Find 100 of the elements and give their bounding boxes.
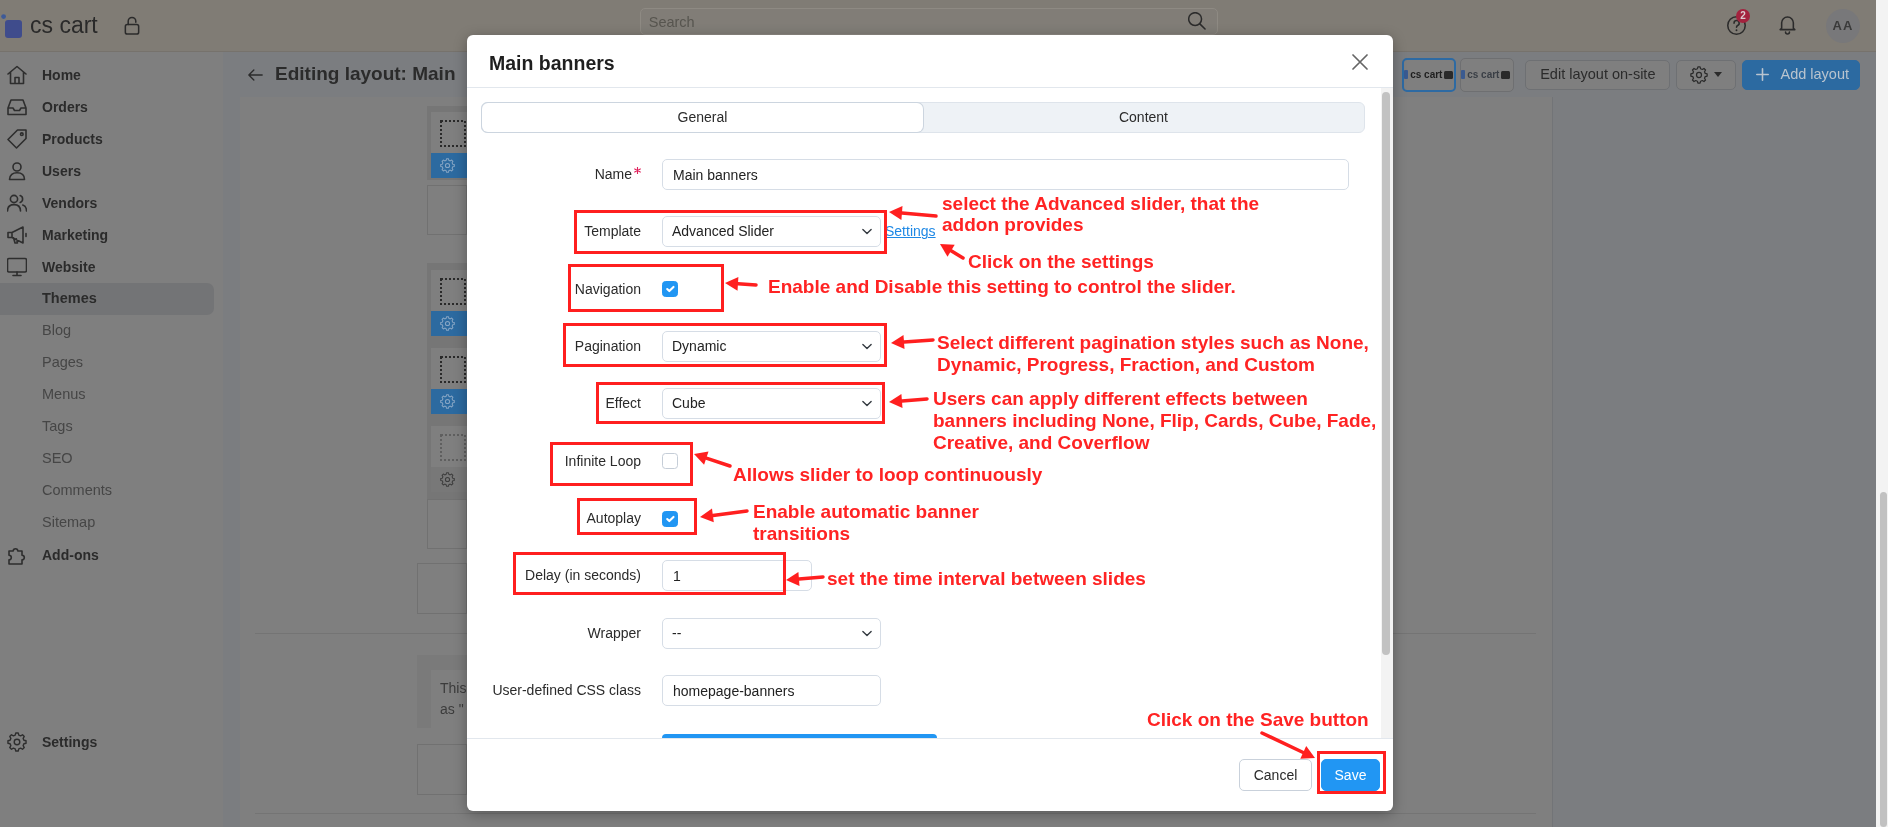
callout-arrow [725,276,758,291]
note-text: This as " [440,679,467,719]
sidebar-item[interactable]: Menus [0,379,214,411]
settings-icon [1690,65,1709,84]
tab[interactable]: Content [923,103,1364,132]
sidebar-item[interactable]: Settings [0,726,214,758]
checkbox[interactable] [662,453,678,470]
sidebar-item[interactable]: Users [0,155,214,187]
sidebar-item[interactable]: Comments [0,475,214,507]
settings-icon[interactable] [440,316,455,331]
tab[interactable]: General [482,103,923,132]
block-placeholder-icon [440,278,466,305]
bell-icon[interactable] [1779,16,1796,35]
callout-text: set the time interval between slides [827,568,1146,590]
settings-icon[interactable] [440,394,455,409]
callout-arrow [891,335,935,350]
theme-preview[interactable]: cs cart [1402,57,1457,92]
field-label: Effect [605,394,641,414]
scrollbar-thumb[interactable] [1880,492,1887,827]
sidebar-item[interactable]: Add-ons [0,539,214,571]
callout-arrow [1260,731,1315,759]
save-button[interactable]: Save [1321,759,1380,791]
field-label: Navigation [574,279,641,299]
mini-badge-icon [1444,70,1454,79]
dropdown[interactable]: Advanced Slider [662,216,881,248]
field-label: Name [594,165,632,185]
caret-icon [1714,72,1723,77]
plus-icon [1756,68,1770,81]
field-label: Autoplay [586,509,641,529]
add-layout-button[interactable]: Add layout [1742,59,1860,90]
sidebar-item[interactable]: Blog [0,315,214,347]
sidebar-item[interactable]: Products [0,123,214,155]
callout-text: select the Advanced slider, that the addon provides [942,193,1260,235]
dialog-title: Main banners [489,51,615,76]
sidebar-item[interactable]: Vendors [0,187,214,219]
sidebar-item[interactable]: Themes [0,283,214,315]
callout-text: Select different pagination styles such as None, Dynamic, Progress, Fraction, and Custom [937,332,1369,376]
settings-menu-button[interactable] [1676,59,1737,90]
field-label: Template [584,222,641,242]
logo-mark-icon [1,13,23,38]
sidebar-item[interactable]: Marketing [0,219,214,251]
page-title: Editing layout: Main [275,63,456,86]
text-field[interactable]: homepage-banners [662,675,881,707]
field-label: Delay (in seconds) [525,566,641,586]
user-icon [7,161,27,181]
back-arrow-icon[interactable] [248,67,263,82]
user-avatar[interactable]: AA [1826,8,1860,43]
tray-icon [7,97,27,117]
close-button[interactable] [1352,54,1368,70]
sidebar-item[interactable]: Tags [0,411,214,443]
settings-icon[interactable] [440,158,455,173]
callout-text: Users can apply different effects between banners including None, Flip, Cards, Cube, Fade, Creative, and Coverflow [933,388,1377,454]
cancel-button[interactable]: Cancel [1239,759,1312,791]
settings-link[interactable]: Settings [885,221,936,243]
block-placeholder-icon [440,434,466,461]
callout-text: Click on the Save button [1147,709,1369,731]
text-field[interactable]: 1 [662,560,812,592]
text-field[interactable]: Main banners [662,159,1349,191]
search-icon[interactable] [1187,12,1206,30]
callout-text: Enable and Disable this setting to control the slider. [768,276,1236,298]
block-placeholder-icon [440,120,466,147]
empty-block [417,744,467,795]
sidebar-item[interactable]: Website [0,251,214,283]
block-placeholder-icon [440,356,466,383]
notification-badge: 2 [1736,9,1750,23]
sidebar-item[interactable]: SEO [0,443,214,475]
empty-block [417,563,467,614]
logo-mark-icon [1461,70,1466,79]
dropdown[interactable]: -- [662,617,881,649]
callout-arrow [786,572,825,586]
scrollbar-thumb[interactable] [1382,92,1390,655]
callout-arrow [889,206,938,221]
padlock-icon[interactable] [122,16,141,35]
logo-text: cs cart [30,14,98,37]
sidebar-item[interactable]: Sitemap [0,507,214,539]
empty-block [427,185,467,235]
settings-icon[interactable] [440,472,455,487]
close-icon [1352,54,1368,70]
dropdown[interactable]: Cube [662,388,881,420]
callout-arrow [940,244,965,260]
tag-icon [7,129,27,149]
users-icon [7,193,27,213]
callout-arrow [700,508,749,523]
sidebar-item[interactable]: Orders [0,91,214,123]
checkbox[interactable] [662,510,678,527]
callout-text: Enable automatic banner transitions [753,501,979,545]
callout-text: Allows slider to loop continuously [733,464,1043,486]
mini-badge-icon [1501,70,1511,79]
theme-preview[interactable]: cs cart [1460,57,1515,92]
callout-text: Click on the settings [968,251,1154,273]
home-icon [7,65,27,85]
field-label: Wrapper [587,623,641,643]
checkbox[interactable] [662,281,678,298]
field-label: Infinite Loop [564,451,641,471]
sidebar-item[interactable]: Pages [0,347,214,379]
edit-layout-button[interactable]: Edit layout on-site [1525,59,1671,90]
sidebar-item[interactable]: Home [0,59,214,91]
dropdown[interactable]: Dynamic [662,331,881,363]
callout-arrow [694,451,732,468]
logo-mark-icon [1404,70,1409,79]
